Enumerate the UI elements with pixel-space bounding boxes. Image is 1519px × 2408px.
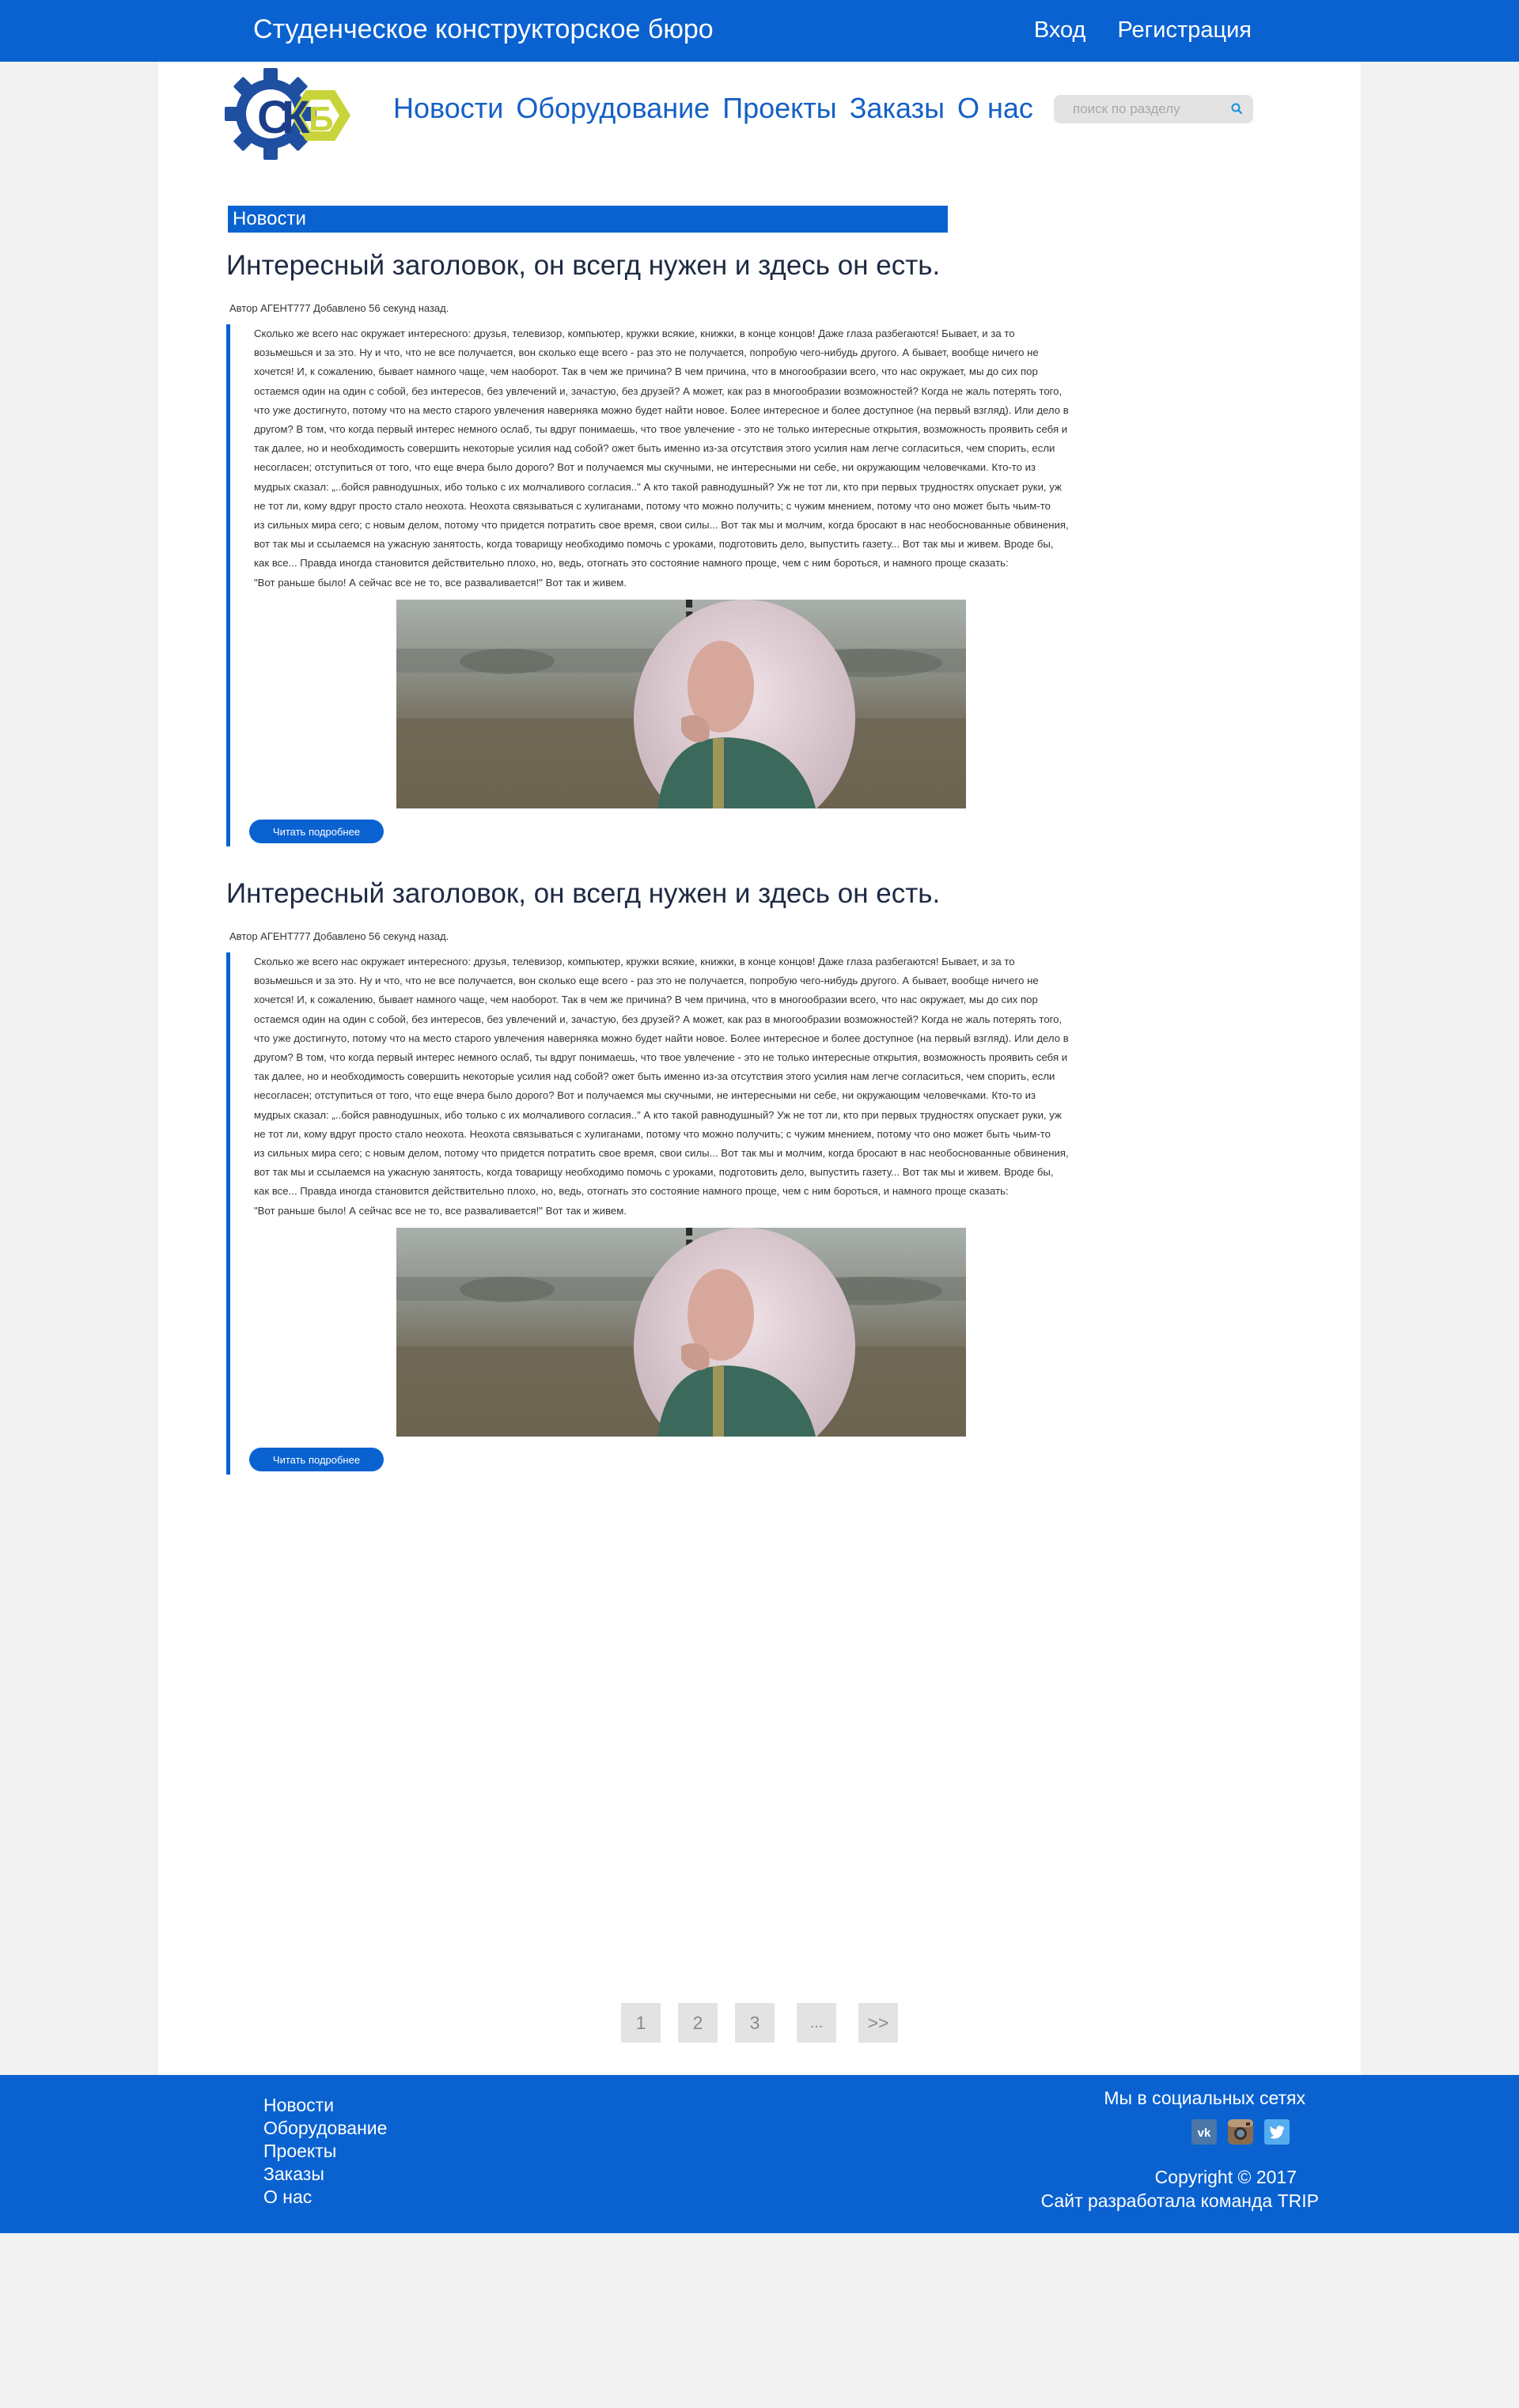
section-title: Новости	[228, 206, 948, 233]
footer-link-orders[interactable]: Заказы	[263, 2163, 387, 2186]
article-photo[interactable]	[396, 1228, 966, 1437]
article-meta: Автор АГЕНТ777 Добавлено 56 секунд назад…	[229, 930, 449, 942]
search-icon[interactable]	[1229, 101, 1245, 117]
page-button-1[interactable]: 1	[621, 2003, 661, 2043]
svg-text:vk: vk	[1198, 2126, 1211, 2140]
article-body: Сколько же всего нас окружает интересног…	[226, 952, 1160, 1475]
nav-item-about[interactable]: О нас	[957, 92, 1033, 125]
search-input[interactable]	[1054, 95, 1220, 123]
nav-item-equipment[interactable]: Оборудование	[516, 92, 710, 125]
auth-links: Вход Регистрация	[1034, 17, 1252, 44]
next-page-button[interactable]: >>	[858, 2003, 898, 2043]
top-bar: Студенческое конструкторское бюро Вход Р…	[0, 0, 1519, 62]
social-title: Мы в социальных сетях	[1104, 2088, 1305, 2108]
footer-link-about[interactable]: О нас	[263, 2186, 387, 2209]
copyright: Copyright © 2017	[1154, 2167, 1297, 2187]
footer-link-equipment[interactable]: Оборудование	[263, 2117, 387, 2140]
site-logo[interactable]: С К Б	[225, 68, 359, 160]
nav-item-projects[interactable]: Проекты	[722, 92, 836, 125]
article-photo[interactable]	[396, 600, 966, 808]
svg-text:Б: Б	[309, 100, 334, 138]
register-link[interactable]: Регистрация	[1117, 17, 1252, 44]
main-nav: Новости Оборудование Проекты Заказы О на…	[393, 92, 1033, 125]
footer: Новости Оборудование Проекты Заказы О на…	[0, 2075, 1519, 2233]
nav-item-news[interactable]: Новости	[393, 92, 503, 125]
vk-icon[interactable]: vk	[1191, 2119, 1217, 2145]
page-ellipsis[interactable]: ...	[797, 2003, 836, 2043]
article-body: Сколько же всего нас окружает интересног…	[226, 324, 1160, 846]
article-text: Сколько же всего нас окружает интересног…	[254, 956, 1069, 1217]
footer-link-news[interactable]: Новости	[263, 2094, 387, 2117]
login-link[interactable]: Вход	[1034, 17, 1086, 44]
article-title[interactable]: Интересный заголовок, он всегд нужен и з…	[226, 878, 1160, 910]
read-more-button[interactable]: Читать подробнее	[249, 820, 384, 843]
nav-item-orders[interactable]: Заказы	[850, 92, 945, 125]
credits: Сайт разработала команда TRIP	[1040, 2190, 1319, 2211]
page-button-2[interactable]: 2	[678, 2003, 718, 2043]
page-button-3[interactable]: 3	[735, 2003, 775, 2043]
pagination: 1 2 3 ... >>	[621, 2003, 915, 2043]
news-article: Интересный заголовок, он всегд нужен и з…	[226, 250, 1160, 846]
article-text: Сколько же всего нас окружает интересног…	[254, 328, 1069, 589]
article-title[interactable]: Интересный заголовок, он всегд нужен и з…	[226, 250, 1160, 282]
instagram-icon[interactable]	[1228, 2119, 1253, 2145]
footer-nav: Новости Оборудование Проекты Заказы О на…	[263, 2094, 387, 2209]
twitter-icon[interactable]	[1264, 2119, 1290, 2145]
site-title[interactable]: Студенческое конструкторское бюро	[253, 14, 714, 45]
search-box	[1054, 95, 1253, 123]
news-article: Интересный заголовок, он всегд нужен и з…	[226, 878, 1160, 1475]
article-meta: Автор АГЕНТ777 Добавлено 56 секунд назад…	[229, 302, 449, 314]
footer-link-projects[interactable]: Проекты	[263, 2140, 387, 2163]
svg-text:К: К	[282, 92, 310, 143]
read-more-button[interactable]: Читать подробнее	[249, 1448, 384, 1471]
social-links: vk	[1191, 2119, 1290, 2145]
